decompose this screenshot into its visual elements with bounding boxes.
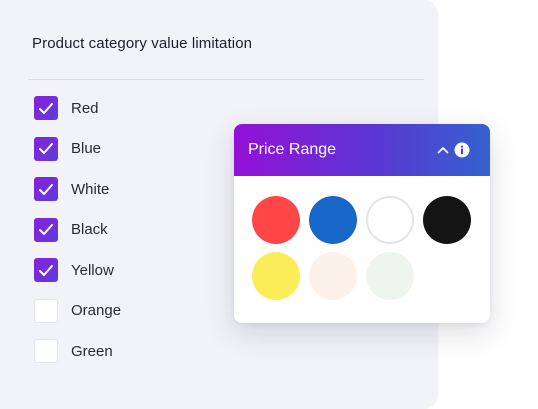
checkbox[interactable] [34, 217, 58, 242]
checkmark-icon [39, 183, 53, 195]
option-label: Orange [71, 302, 122, 319]
color-swatch-grid [252, 196, 471, 300]
option-label: White [71, 180, 110, 198]
color-swatch[interactable] [366, 196, 414, 244]
color-swatch[interactable] [252, 196, 300, 244]
info-icon[interactable] [454, 142, 470, 158]
color-swatch[interactable] [366, 252, 414, 300]
color-option-2[interactable]: White [34, 177, 121, 201]
color-option-5[interactable]: Orange [34, 298, 122, 323]
color-option-4[interactable]: Yellow [34, 258, 121, 282]
price-range-header[interactable]: Price Range [234, 124, 490, 176]
option-label: Red [71, 99, 99, 117]
price-range-title: Price Range [248, 141, 337, 158]
color-option-1[interactable]: Blue [34, 136, 121, 161]
checkbox[interactable] [34, 96, 58, 120]
color-option-6[interactable]: Green [34, 339, 121, 363]
checkbox[interactable] [34, 298, 58, 323]
color-option-list: Red Blue White Black Yellow Orange Green [34, 96, 121, 380]
color-swatch[interactable] [252, 252, 300, 300]
app-root: Product category value limitation Red Blu… [0, 0, 538, 409]
checkmark-icon [39, 224, 53, 235]
checkbox[interactable] [34, 339, 58, 363]
price-range-card: Price Range [234, 124, 490, 323]
header-icons [436, 142, 470, 158]
color-option-0[interactable]: Red [34, 96, 121, 120]
color-swatch[interactable] [309, 196, 357, 244]
color-option-3[interactable]: Black [34, 217, 121, 242]
checkmark-icon [39, 102, 53, 114]
checkmark-icon [39, 143, 53, 154]
filter-title: Product category value limitation [32, 35, 253, 52]
color-swatch[interactable] [423, 196, 471, 244]
option-label: Black [71, 221, 108, 238]
checkbox[interactable] [34, 136, 58, 161]
divider [28, 79, 424, 80]
checkbox[interactable] [34, 177, 58, 201]
checkbox[interactable] [34, 258, 58, 282]
chevron-up-icon[interactable] [436, 143, 450, 157]
option-label: Blue [71, 140, 102, 157]
checkmark-icon [39, 264, 53, 276]
color-swatch[interactable] [309, 252, 357, 300]
option-label: Yellow [71, 261, 114, 279]
option-label: Green [71, 342, 113, 360]
